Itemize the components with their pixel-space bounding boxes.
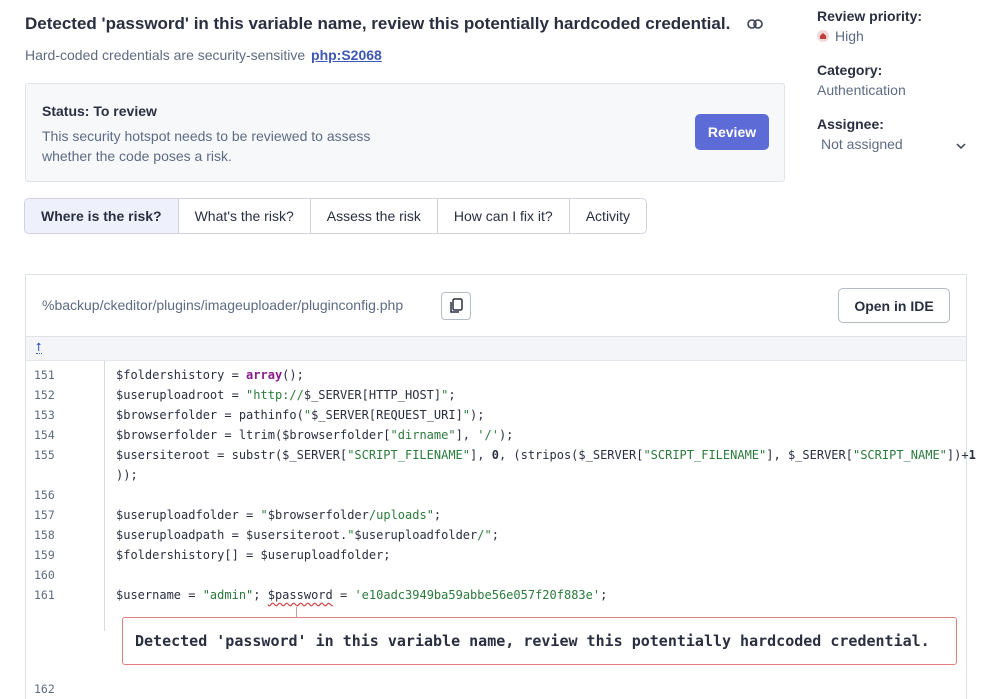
copy-path-button[interactable] [441, 292, 471, 320]
line-number: 153 [34, 408, 55, 422]
tab-where-is-the-risk[interactable]: Where is the risk? [25, 199, 179, 233]
category-label: Category: [817, 62, 883, 78]
line-number: 158 [34, 528, 55, 542]
code-text: $useruploadroot = "http://$_SERVER[HTTP_… [116, 388, 456, 402]
file-path: %backup/ckeditor/plugins/imageuploader/p… [42, 297, 404, 313]
line-number: 162 [34, 682, 55, 696]
copy-icon [450, 298, 463, 313]
chevron-down-icon [956, 136, 966, 152]
priority-value-row: High [817, 28, 967, 44]
expand-row: ⭡ [26, 337, 966, 361]
assignee-dropdown[interactable]: Not assigned [821, 136, 966, 152]
code-text: $browserfolder = pathinfo("$_SERVER[REQU… [116, 408, 485, 422]
permalink-icon[interactable] [746, 15, 764, 33]
hotspot-message-box[interactable]: Detected 'password' in this variable nam… [122, 617, 957, 665]
assignee-value: Not assigned [821, 136, 903, 152]
rule-key-link[interactable]: php:S2068 [311, 47, 382, 63]
category-value: Authentication [817, 82, 906, 98]
line-number: 157 [34, 508, 55, 522]
tab-activity[interactable]: Activity [570, 199, 646, 233]
priority-value: High [835, 28, 864, 44]
code-text: )); [116, 468, 138, 482]
status-title: Status: To review [42, 103, 157, 119]
rule-subtitle: Hard-coded credentials are security-sens… [25, 47, 382, 63]
hotspot-title-row: Detected 'password' in this variable nam… [25, 14, 764, 34]
hotspot-sidebar: Review priority: High Category: Authenti… [817, 8, 967, 152]
line-number: 151 [34, 368, 55, 382]
tab-assess-the-risk[interactable]: Assess the risk [311, 199, 438, 233]
status-description: This security hotspot needs to be review… [42, 128, 371, 164]
line-number: 160 [34, 568, 55, 582]
code-text: $foldershistory[] = $useruploadfolder; [116, 548, 391, 562]
code-text: $foldershistory = array(); [116, 368, 304, 382]
tab-how-can-i-fix-it[interactable]: How can I fix it? [438, 199, 570, 233]
hotspot-tabs: Where is the risk? What's the risk? Asse… [24, 198, 648, 234]
status-panel: Status: To review This security hotspot … [25, 83, 785, 182]
high-priority-icon [817, 30, 829, 42]
line-number: 152 [34, 388, 55, 402]
code-text: $browserfolder = ltrim($browserfolder["d… [116, 428, 514, 442]
tab-whats-the-risk[interactable]: What's the risk? [179, 199, 311, 233]
review-button[interactable]: Review [695, 114, 769, 150]
priority-label: Review priority: [817, 8, 923, 24]
hotspot-title: Detected 'password' in this variable nam… [25, 14, 731, 33]
code-text: $usersiteroot = substr($_SERVER["SCRIPT_… [116, 448, 976, 462]
code-header: %backup/ckeditor/plugins/imageuploader/p… [26, 275, 966, 337]
rule-description: Hard-coded credentials are security-sens… [25, 47, 306, 63]
code-viewer: %backup/ckeditor/plugins/imageuploader/p… [25, 274, 976, 699]
code-text: $useruploadpath = $usersiteroot."$userup… [116, 528, 499, 542]
hotspot-connector [296, 607, 297, 617]
line-number: 161 [34, 588, 55, 602]
line-number: 156 [34, 488, 55, 502]
expand-up-icon[interactable]: ⭡ [36, 341, 42, 354]
open-in-ide-button[interactable]: Open in IDE [838, 288, 950, 323]
line-number: 155 [34, 448, 55, 462]
line-number: 159 [34, 548, 55, 562]
code-text: $useruploadfolder = "$browserfolder/uplo… [116, 508, 442, 522]
assignee-label: Assignee: [817, 116, 884, 132]
gutter-divider [104, 361, 105, 631]
line-number: 154 [34, 428, 55, 442]
code-text: $username = "admin"; $password = 'e10adc… [116, 588, 608, 602]
